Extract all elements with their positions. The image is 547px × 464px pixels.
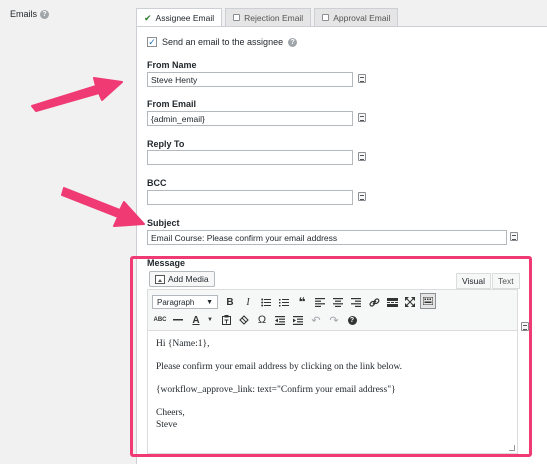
subject-input[interactable]: Email Course: Please confirm your email … — [147, 230, 507, 245]
merge-tags-icon[interactable] — [358, 74, 366, 83]
send-email-label: Send an email to the assignee — [162, 37, 284, 47]
send-email-row: ✓ Send an email to the assignee ? — [147, 37, 298, 47]
tab-rejection-email-label: Rejection Email — [244, 12, 304, 23]
help-icon[interactable]: ? — [40, 9, 50, 19]
help-icon[interactable]: ? — [288, 37, 298, 47]
reply-to-input[interactable] — [147, 150, 353, 165]
merge-tags-icon[interactable] — [358, 192, 366, 201]
emails-label: Emails ? — [10, 9, 50, 19]
reply-to-label: Reply To — [147, 139, 185, 149]
send-email-checkbox[interactable]: ✓ — [147, 37, 157, 47]
from-email-input[interactable]: {admin_email} — [147, 111, 353, 126]
checkbox-empty-icon — [233, 14, 241, 21]
annotation-arrow-icon — [61, 187, 145, 227]
from-email-label: From Email — [147, 99, 197, 109]
merge-tags-icon[interactable] — [510, 232, 518, 241]
checkmark-icon: ✔ — [144, 12, 152, 23]
tab-assignee-email-label: Assignee Email — [155, 13, 215, 23]
tab-approval-email[interactable]: Approval Email — [314, 8, 399, 26]
from-name-input[interactable]: Steve Henty — [147, 72, 353, 87]
emails-label-text: Emails — [10, 9, 38, 19]
merge-tags-icon[interactable] — [358, 152, 366, 161]
from-name-label: From Name — [147, 60, 197, 70]
message-highlight-box — [130, 256, 532, 457]
tab-rejection-email[interactable]: Rejection Email — [225, 8, 312, 26]
email-tabs: ✔ Assignee Email Rejection Email Approva… — [136, 8, 399, 27]
merge-tags-icon[interactable] — [358, 113, 366, 122]
subject-label: Subject — [147, 218, 180, 228]
tab-approval-email-label: Approval Email — [333, 12, 391, 23]
tab-assignee-email[interactable]: ✔ Assignee Email — [136, 8, 223, 27]
annotation-arrow-icon — [31, 77, 123, 112]
bcc-input[interactable] — [147, 190, 353, 205]
checkbox-empty-icon — [322, 14, 330, 21]
